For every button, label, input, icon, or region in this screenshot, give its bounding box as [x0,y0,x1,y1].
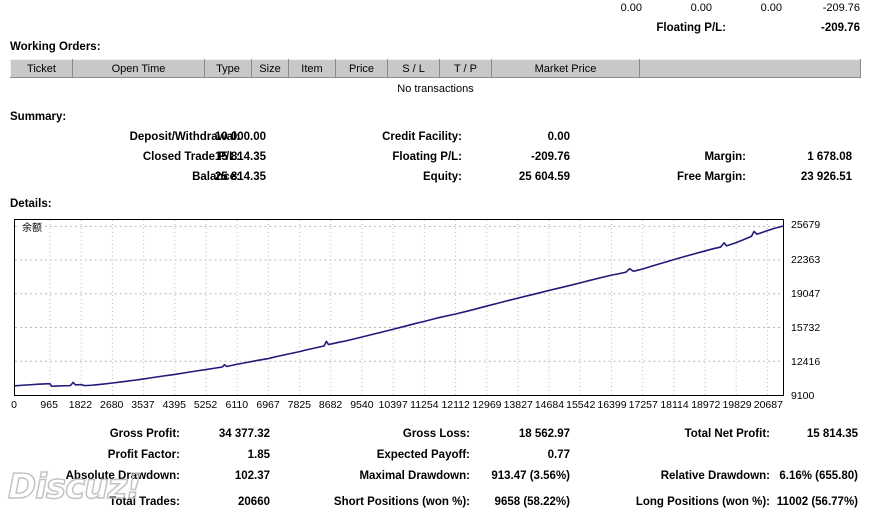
stat-value-profit-factor: 1.85 [247,449,270,461]
chart-vertical-gridlines [49,220,768,395]
y-axis-tick-12416: 12416 [791,355,821,368]
column-header-stop-loss[interactable]: S / L [387,59,440,78]
column-header-size[interactable]: Size [251,59,289,78]
summary-value-closed-trade-pl: 15 814.35 [214,151,266,163]
y-axis-tick-19047: 19047 [791,287,821,300]
stat-value-maximal-drawdown: 913.47 (3.56%) [491,470,570,482]
stat-value-gross-loss: 18 562.97 [518,428,570,440]
stat-label-short-positions: Short Positions (won %): [333,496,470,508]
stat-label-absolute-drawdown: Absolute Drawdown: [65,470,180,482]
equity-balance-line [15,225,783,388]
column-header-type[interactable]: Type [204,59,252,78]
details-heading: Details: [10,198,52,210]
stat-value-gross-profit: 34 377.32 [218,428,270,440]
stat-value-expected-payoff: 0.77 [547,449,570,461]
summary-value-equity: 25 604.59 [518,171,570,183]
stat-label-gross-loss: Gross Loss: [402,428,470,440]
summary-label-equity: Equity: [423,171,462,183]
chart-legend-balance: 余额 [20,223,44,235]
summary-value-deposit-withdrawal: 10 000.00 [214,131,266,143]
floating-pl-row: Floating P/L: -209.76 [0,22,860,34]
stat-value-short-positions: 9658 (58.22%) [494,496,570,508]
stat-value-total-net-profit: 15 814.35 [806,428,858,440]
stat-label-long-positions: Long Positions (won %): [635,496,770,508]
y-axis-tick-25679: 25679 [791,219,821,232]
column-header-open-time[interactable]: Open Time [72,59,205,78]
stat-label-total-net-profit: Total Net Profit: [684,428,770,440]
summary-value-balance: 25 814.35 [214,171,266,183]
equity-curve-chart: 余额 [14,219,784,396]
stat-value-relative-drawdown: 6.16% (655.80) [779,470,858,482]
working-orders-table: Ticket Open Time Type Size Item Price S … [10,59,861,96]
stat-value-total-trades: 20660 [238,496,270,508]
stat-label-profit-factor: Profit Factor: [107,449,180,461]
summary-heading: Summary: [10,111,67,123]
stat-label-gross-profit: Gross Profit: [109,428,180,440]
stat-label-expected-payoff: Expected Payoff: [376,449,470,461]
stat-label-relative-drawdown: Relative Drawdown: [660,470,770,482]
y-axis-tick-15732: 15732 [791,321,821,334]
top-summary-numbers-row: 0.00 0.00 0.00 -209.76 [0,2,860,14]
floating-pl-value: -209.76 [820,22,860,34]
top-number-3: 0.00 [760,2,782,14]
x-axis-tick-20687: 20687 [753,399,783,411]
column-header-item[interactable]: Item [288,59,336,78]
top-number-1: 0.00 [620,2,642,14]
chart-canvas [15,220,783,395]
summary-value-free-margin: 23 926.51 [800,171,852,183]
empty-state-row: No transactions [10,77,861,96]
summary-label-credit-facility: Credit Facility: [382,131,462,143]
stat-label-maximal-drawdown: Maximal Drawdown: [359,470,470,482]
working-orders-heading: Working Orders: [10,41,101,53]
column-header-take-profit[interactable]: T / P [439,59,492,78]
y-axis-tick-22363: 22363 [791,253,821,266]
column-header-ticket[interactable]: Ticket [10,59,73,78]
stat-value-long-positions: 11002 (56.77%) [776,496,858,508]
summary-value-margin: 1 678.08 [807,151,852,163]
column-header-spacer[interactable] [639,59,861,78]
chart-horizontal-gridlines [15,225,783,362]
column-header-market-price[interactable]: Market Price [491,59,640,78]
summary-value-credit-facility: 0.00 [547,131,570,143]
table-header-row: Ticket Open Time Type Size Item Price S … [10,59,861,78]
summary-label-floating-pl: Floating P/L: [392,151,462,163]
stat-value-absolute-drawdown: 102.37 [234,470,270,482]
summary-value-floating-pl: -209.76 [530,151,570,163]
summary-label-free-margin: Free Margin: [676,171,746,183]
top-number-4: -209.76 [822,2,860,14]
stat-label-total-trades: Total Trades: [109,496,180,508]
top-number-2: 0.00 [690,2,712,14]
floating-pl-label: Floating P/L: [656,22,726,34]
column-header-price[interactable]: Price [335,59,388,78]
summary-label-margin: Margin: [704,151,746,163]
no-transactions-message: No transactions [10,77,861,96]
